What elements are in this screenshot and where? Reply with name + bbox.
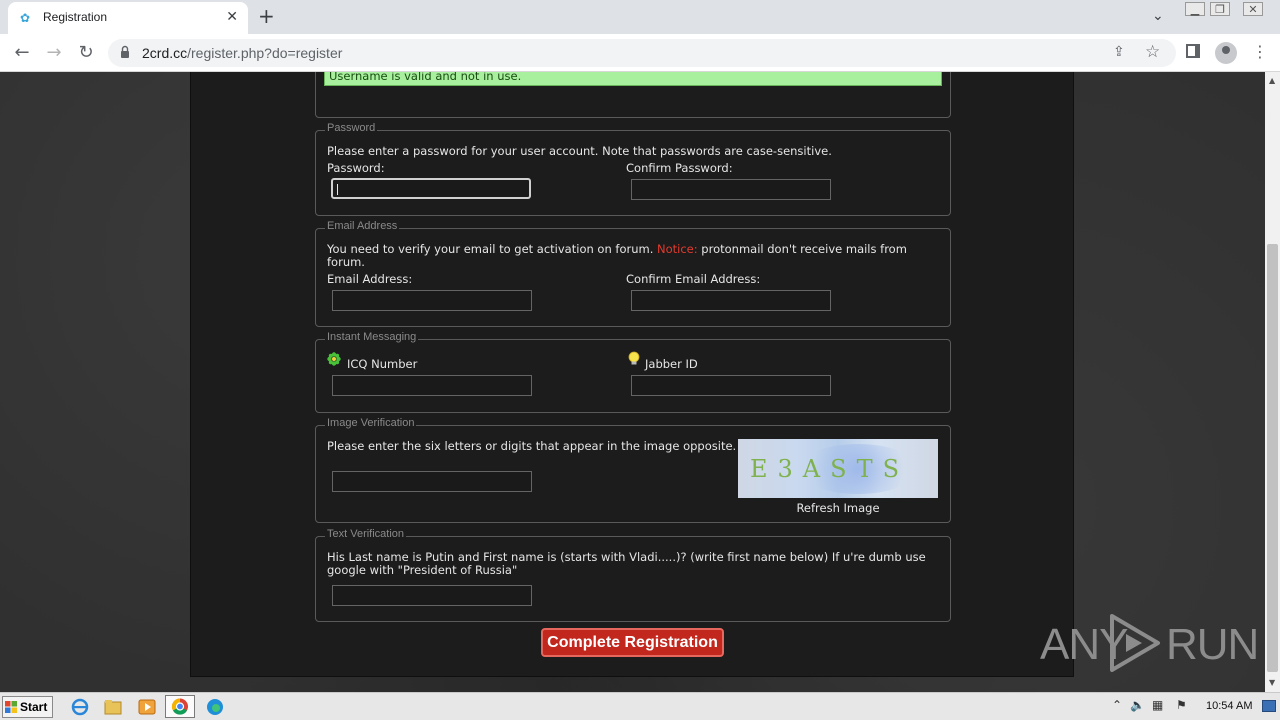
watermark-run-text: RUN (1166, 620, 1259, 669)
captcha-text: E3ASTS (750, 455, 910, 483)
page-viewport: lavbaby Username is valid and not in use… (0, 72, 1265, 692)
chrome-taskbar-button[interactable] (165, 695, 195, 718)
captcha-image: E3ASTS (738, 439, 938, 498)
share-icon[interactable]: ⇪ (1113, 44, 1125, 60)
volume-icon[interactable]: 🔈 (1130, 698, 1145, 712)
icq-input[interactable] (332, 375, 532, 396)
forward-arrow-icon[interactable]: → (43, 42, 65, 64)
tab-strip: ✿ Registration ✕ + ⌄ ▁ ❐ ✕ (0, 0, 1280, 34)
icq-flower-icon (327, 352, 341, 366)
address-bar[interactable]: 2crd.cc/register.php?do=register ⇪ ☆ (108, 39, 1176, 67)
browser-menu-icon[interactable]: ⋮ (1252, 42, 1268, 62)
instant-messaging-legend: Instant Messaging (325, 331, 419, 343)
image-verification-legend: Image Verification (325, 417, 417, 429)
text-verification-question: His Last name is Putin and First name is… (327, 550, 926, 577)
minimize-button[interactable]: ▁ (1185, 2, 1205, 16)
url-text: 2crd.cc/register.php?do=register (142, 45, 342, 61)
registration-panel: lavbaby Username is valid and not in use… (190, 72, 1074, 677)
text-verification-fieldset: Text Verification His Last name is Putin… (315, 528, 951, 622)
jabber-label: Jabber ID (645, 357, 698, 371)
lock-icon (121, 45, 129, 58)
chrome-icon (171, 698, 188, 715)
watermark-play-icon (1110, 614, 1160, 672)
jabber-input[interactable] (631, 375, 831, 396)
url-host: 2crd.cc (142, 45, 188, 61)
notice-label: Notice: (657, 242, 698, 256)
url-path: /register.php?do=register (187, 45, 343, 61)
scroll-down-arrow-icon[interactable]: ▼ (1269, 678, 1275, 687)
email-label: Email Address: (327, 272, 413, 286)
username-fieldset: lavbaby Username is valid and not in use… (315, 72, 951, 118)
image-verification-description: Please enter the six letters or digits t… (327, 439, 737, 453)
profile-avatar-icon[interactable] (1215, 42, 1237, 64)
start-button[interactable]: Start (2, 696, 53, 718)
tab-registration[interactable]: ✿ Registration ✕ (8, 2, 248, 34)
taskbar-clock[interactable]: 10:54 AM (1206, 700, 1252, 712)
text-verification-legend: Text Verification (325, 528, 407, 540)
show-desktop-icon[interactable] (1262, 700, 1276, 712)
password-label: Password: (327, 161, 385, 175)
password-description: Please enter a password for your user ac… (327, 144, 832, 158)
password-legend: Password (325, 122, 378, 134)
username-valid-message: Username is valid and not in use. (324, 72, 942, 86)
restore-button[interactable]: ❐ (1210, 2, 1230, 16)
network-icon[interactable]: ▦ (1152, 698, 1163, 712)
email-legend: Email Address (325, 220, 400, 232)
password-fieldset: Password Please enter a password for you… (315, 122, 951, 216)
new-tab-button[interactable]: + (258, 5, 275, 27)
side-panel-icon[interactable] (1186, 44, 1200, 58)
edge-icon[interactable] (204, 697, 226, 717)
internet-explorer-icon[interactable] (69, 697, 91, 717)
page-scrollbar[interactable]: ▲ ▼ (1265, 72, 1280, 692)
text-caret (337, 184, 338, 195)
icq-label: ICQ Number (347, 357, 418, 371)
confirm-password-input[interactable] (631, 179, 831, 200)
tab-title: Registration (43, 10, 108, 24)
site-favicon-icon: ✿ (20, 11, 31, 25)
anyrun-watermark: ANY RUN (1040, 612, 1259, 672)
reload-icon[interactable]: ↻ (75, 42, 97, 64)
media-player-icon[interactable] (136, 697, 158, 717)
close-window-button[interactable]: ✕ (1243, 2, 1263, 16)
tab-close-icon[interactable]: ✕ (226, 10, 238, 24)
start-label: Start (20, 700, 48, 714)
complete-registration-button[interactable]: Complete Registration (541, 628, 724, 657)
confirm-email-input[interactable] (631, 290, 831, 311)
confirm-password-label: Confirm Password: (626, 161, 733, 175)
back-arrow-icon[interactable]: ← (11, 42, 33, 64)
refresh-image-link[interactable]: Refresh Image (738, 501, 938, 515)
email-description-text: You need to verify your email to get act… (327, 242, 658, 256)
action-center-flag-icon[interactable]: ⚑ (1176, 698, 1187, 712)
password-input[interactable] (331, 178, 531, 199)
browser-toolbar: ← → ↻ 2crd.cc/register.php?do=register ⇪… (0, 34, 1280, 72)
bookmark-star-icon[interactable]: ☆ (1145, 42, 1160, 62)
email-fieldset: Email Address You need to verify your em… (315, 220, 951, 327)
taskbar: Start ⌃ 🔈 ▦ ⚑ 10:54 AM (0, 692, 1280, 720)
scroll-thumb[interactable] (1267, 244, 1278, 672)
tab-search-chevron-icon[interactable]: ⌄ (1152, 8, 1164, 24)
instant-messaging-fieldset: Instant Messaging ICQ Number Jabber ID (315, 331, 951, 413)
file-explorer-icon[interactable] (102, 697, 124, 717)
scroll-up-arrow-icon[interactable]: ▲ (1269, 76, 1275, 85)
email-input[interactable] (332, 290, 532, 311)
confirm-email-label: Confirm Email Address: (626, 272, 761, 286)
text-verification-input[interactable] (332, 585, 532, 606)
tray-expand-icon[interactable]: ⌃ (1112, 698, 1122, 712)
email-description: You need to verify your email to get act… (327, 243, 927, 269)
captcha-input[interactable] (332, 471, 532, 492)
windows-logo-icon (5, 701, 17, 713)
jabber-lightbulb-icon (628, 351, 640, 365)
image-verification-fieldset: Image Verification Please enter the six … (315, 417, 951, 523)
